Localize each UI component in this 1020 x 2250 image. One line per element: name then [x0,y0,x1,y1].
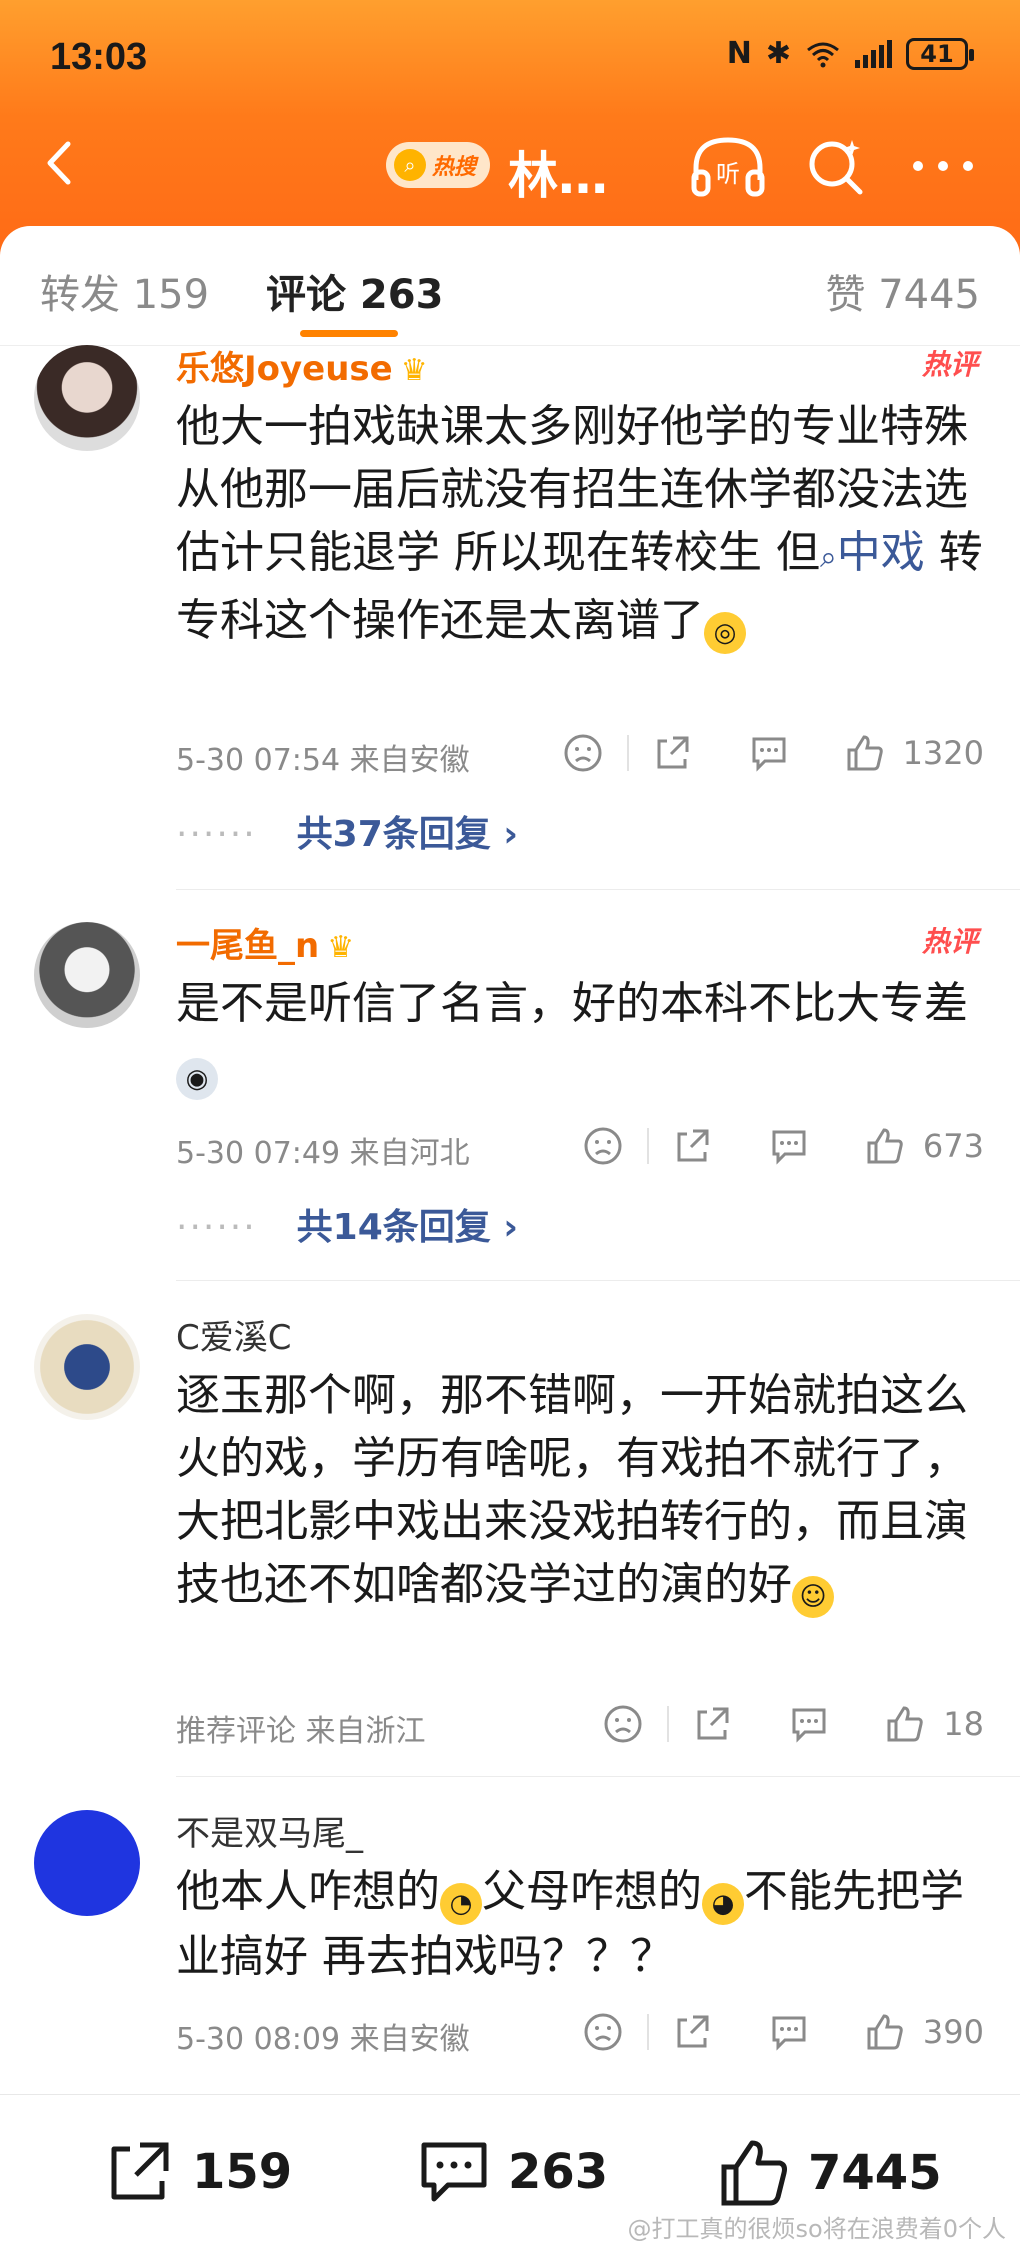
username[interactable]: 乐悠Joyeuse ♛ [176,341,428,390]
reply-icon[interactable] [769,2012,809,2052]
dislike-icon[interactable] [583,2012,623,2052]
avatar[interactable] [34,1810,140,1916]
comment-meta: 5-30 07:49 来自河北 [176,1136,470,1171]
hot-badge-label: 热搜 [432,155,477,180]
header-background: 13:03 N ✱ 41 ⌕ 热搜 林… 听 [0,0,1020,260]
laughing-emoji-icon: ☺ [792,1576,834,1618]
comment-text: 是不是听信了名言，好的本科不比大专差◉ [176,972,986,1100]
comment-count: 263 [508,2144,609,2200]
comment-icon [421,2142,487,2202]
page-title: 林… [508,147,608,205]
repost-button[interactable]: 159 [104,2137,292,2207]
comment-meta: 5-30 08:09 来自安徽 [176,2022,470,2057]
hot-search-badge[interactable]: ⌕ 热搜 [386,142,490,188]
crown-icon: ♛ [327,930,355,965]
username[interactable]: 不是双马尾_ [176,1806,363,1855]
share-icon [111,2142,169,2200]
active-tab-indicator [300,330,398,337]
username[interactable]: 一尾鱼_n ♛ [176,918,354,967]
worried-emoji-icon: ◕ [702,1883,744,1925]
comment-actions: 1320 [563,733,984,773]
view-replies-link[interactable]: ······ 共14条回复 › [176,1198,518,1250]
more-icon[interactable] [908,156,978,176]
signal-icon [855,39,892,68]
comment-text: 他本人咋想的 ◔ 父母咋想的 ◕ 不能先把学业搞好 再去拍戏吗？？？ [176,1866,964,1982]
reply-icon[interactable] [789,1704,829,1744]
thumbs-up-icon [867,2014,903,2050]
dislike-icon[interactable] [563,733,603,773]
repost-count: 159 [192,2144,293,2200]
like-count: 1320 [902,734,984,772]
view-replies-link[interactable]: ······ 共37条回复 › [176,805,518,857]
status-time: 13:03 [50,36,148,78]
like-count: 673 [922,1127,984,1165]
share-icon[interactable] [673,1126,713,1166]
like-button[interactable]: 673 [865,1126,984,1166]
dislike-icon[interactable] [603,1704,643,1744]
comment-actions: 673 [583,1126,984,1166]
reply-icon[interactable] [769,1126,809,1166]
headphones-icon[interactable]: 听 [688,134,768,198]
hot-comment-tag: 热评 [921,348,978,381]
thinking-emoji-icon: ◔ [440,1883,482,1925]
status-bar: 13:03 N ✱ 41 [0,28,1020,88]
wifi-icon [807,42,839,67]
thumbs-up-icon [721,2140,787,2206]
like-button[interactable]: 7445 [718,2137,942,2209]
svg-text:听: 听 [716,160,740,188]
comment-actions: 18 [603,1704,984,1744]
search-mini-icon: ⌕ [394,149,426,181]
back-icon[interactable] [36,138,86,188]
bottom-action-bar: 159 263 7445 @打工真的很烦so将在浪费着0个人 [0,2094,1020,2250]
thumbs-up-icon [867,1128,903,1164]
tab-reposts[interactable]: 转发 159 [40,262,209,320]
thumbs-up-icon [847,735,883,771]
divider [176,1776,1020,1777]
share-icon[interactable] [693,1704,733,1744]
avatar[interactable] [34,922,140,1028]
avatar[interactable] [34,345,140,451]
search-mini-icon: ⌕ [819,540,837,575]
watermark: @打工真的很烦so将在浪费着0个人 [627,2215,1006,2243]
like-count: 7445 [808,2145,942,2201]
like-button[interactable]: 390 [865,2012,984,2052]
tab-likes[interactable]: 赞 7445 [825,262,980,320]
divider [176,889,1020,890]
comment-text: 逐玉那个啊，那不错啊，一开始就拍这么火的戏，学历有啥呢，有戏拍不就行了，大把北影… [176,1364,986,1618]
like-button[interactable]: 18 [885,1704,984,1744]
reply-icon[interactable] [749,733,789,773]
nfc-icon: N [726,36,752,71]
dizzy-emoji-icon: ◎ [704,612,746,654]
tab-comments[interactable]: 评论 263 [266,262,443,320]
status-icons: N ✱ 41 [726,36,974,71]
divider [176,1280,1020,1281]
comment-meta: 5-30 07:54 来自安徽 [176,743,470,778]
comment-button[interactable]: 263 [418,2137,608,2207]
like-count: 18 [943,1705,984,1743]
scared-emoji-icon: ◉ [176,1058,218,1100]
bluetooth-icon: ✱ [765,36,791,71]
comment-meta: 推荐评论 来自浙江 [176,1714,426,1749]
nav-bar: ⌕ 热搜 林… 听 [0,120,1020,210]
dislike-icon[interactable] [583,1126,623,1166]
hot-comment-tag: 热评 [921,925,978,958]
like-button[interactable]: 1320 [845,733,984,773]
crown-icon: ♛ [400,353,428,388]
comment-text: 他大一拍戏缺课太多刚好他学的专业特殊从他那一届后就没有招生连休学都没法选 估计只… [176,395,986,654]
tab-bar: 转发 159 评论 263 赞 7445 [0,226,1020,346]
topic-link[interactable]: ⌕中戏 [820,527,925,578]
comment-actions: 390 [583,2012,984,2052]
thumbs-up-icon [887,1706,924,1742]
battery-indicator: 41 [906,37,974,70]
avatar[interactable] [34,1314,140,1420]
username[interactable]: C爱溪C [176,1310,291,1359]
like-count: 390 [922,2013,984,2051]
share-icon[interactable] [673,2012,713,2052]
search-icon[interactable] [804,134,868,198]
share-icon[interactable] [653,733,693,773]
